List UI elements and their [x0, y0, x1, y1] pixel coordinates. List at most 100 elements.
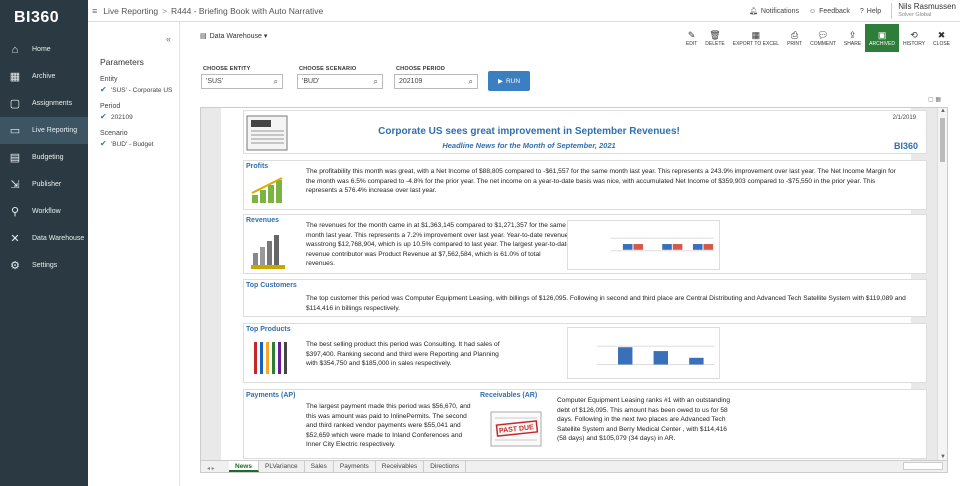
expand-icon[interactable]: ▢	[928, 97, 934, 103]
growth-chart-image	[251, 177, 283, 203]
print-icon: ⎙	[790, 29, 799, 40]
tool-delete-button[interactable]: 🗑︎ DELETE	[701, 24, 728, 52]
sidebar-item-home[interactable]: ⌂ Home	[0, 36, 88, 63]
sidebar-item-label: Home	[32, 46, 51, 53]
scroll-up-icon[interactable]: ▲	[938, 108, 947, 116]
profits-title: Profits	[246, 163, 269, 170]
sidebar-item-budgeting[interactable]: ▤ Budgeting	[0, 144, 88, 171]
live-reporting-icon: ▭	[9, 125, 21, 137]
tool-history-button[interactable]: ⟲ HISTORY	[899, 24, 929, 52]
collapse-panel-icon[interactable]: «	[166, 34, 171, 44]
parameters-panel: « Parameters Entity ✔ 'SUS' - Corporate U…	[88, 22, 180, 486]
scrollbar-thumb[interactable]	[940, 118, 945, 162]
tool-label: COMMENT	[810, 40, 836, 47]
revenue-bars-image	[251, 235, 285, 269]
datasource-dropdown[interactable]: ▤ Data Warehouse ▾	[200, 32, 268, 41]
entity-label: Entity	[100, 76, 118, 83]
sidebar-item-settings[interactable]: ⚙ Settings	[0, 252, 88, 279]
sidebar-item-label: Publisher	[32, 181, 62, 188]
archive-icon: ▦	[9, 71, 21, 83]
tool-print-button[interactable]: ⎙ PRINT	[783, 24, 806, 52]
assignments-icon: ▢	[9, 98, 21, 110]
parameters-title: Parameters	[100, 57, 144, 67]
share-icon: ⇪	[848, 29, 857, 40]
sidebar-item-label: Settings	[32, 262, 58, 269]
help-button[interactable]: ? Help	[860, 8, 881, 15]
tool-label: ARCHIVED	[869, 40, 895, 47]
sidebar-item-label: Archive	[32, 73, 56, 80]
entity-selection[interactable]: ✔ 'SUS' - Corporate US	[100, 86, 179, 94]
breadcrumb-root[interactable]: Live Reporting	[103, 6, 158, 16]
ar-text: Computer Equipment Leasing ranks #1 with…	[557, 397, 731, 443]
top-bar: ≡ Live Reporting > R444 - Briefing Book wi…	[88, 0, 960, 22]
check-icon: ✔	[100, 139, 107, 148]
notifications-button[interactable]: 🔔︎ Notifications	[748, 7, 799, 16]
delete-icon: 🗑︎	[709, 29, 721, 40]
scenario-selection[interactable]: ✔ 'BUD' - Budget	[100, 140, 179, 148]
tab-news[interactable]: News	[229, 461, 259, 472]
export-to-excel-icon: ▦	[751, 29, 761, 40]
horizontal-scrollbar[interactable]	[903, 462, 943, 470]
scenario-input[interactable]: 'BUD' ⌕	[297, 74, 383, 89]
edit-icon: ✎	[687, 29, 696, 40]
tool-archived-button[interactable]: ▣ ARCHIVED	[865, 24, 899, 52]
grid-icon[interactable]: ▦	[935, 97, 941, 103]
app-logo[interactable]: BI360	[0, 0, 88, 36]
top-customers-text: The top customer this period was Compute…	[306, 295, 906, 312]
tab-nav-icon[interactable]: ◂ ▸	[207, 465, 229, 472]
chevron-down-icon: ▾	[263, 33, 268, 40]
tab-receivables[interactable]: Receivables	[376, 461, 425, 472]
choose-scenario-label: CHOOSE SCENARIO	[299, 66, 357, 72]
ap-ar-section: Payments (AP) The largest payment made t…	[243, 389, 927, 459]
period-input[interactable]: 202109 ⌕	[394, 74, 478, 89]
period-selection[interactable]: ✔ 202109	[100, 113, 179, 121]
menu-icon[interactable]: ≡	[92, 6, 97, 16]
sidebar-item-archive[interactable]: ▦ Archive	[0, 63, 88, 90]
search-icon[interactable]: ⌕	[374, 77, 378, 87]
sidebar-item-workflow[interactable]: ⚲ Workflow	[0, 198, 88, 225]
sidebar-item-label: Workflow	[32, 208, 61, 215]
tab-plvariance[interactable]: PLVariance	[259, 461, 305, 472]
report-title: Corporate US sees great improvement in S…	[378, 126, 680, 137]
tool-export-to-excel-button[interactable]: ▦ EXPORT TO EXCEL	[729, 24, 783, 52]
sidebar-item-assignments[interactable]: ▢ Assignments	[0, 90, 88, 117]
tool-comment-button[interactable]: 💬︎ COMMENT	[806, 24, 840, 52]
report-subtitle: Headline News for the Month of September…	[442, 141, 616, 150]
sidebar-item-live-reporting[interactable]: ▭ Live Reporting	[0, 117, 88, 144]
search-icon[interactable]: ⌕	[469, 77, 473, 87]
database-icon: ▤	[200, 33, 207, 40]
report-logo: BI360	[893, 141, 918, 151]
view-options[interactable]: ▢ ▦	[928, 96, 941, 103]
breadcrumb: Live Reporting > R444 - Briefing Book with…	[103, 5, 324, 16]
ap-text: The largest payment made this period was…	[306, 403, 471, 449]
bell-icon: 🔔︎	[748, 8, 758, 15]
tool-edit-button[interactable]: ✎ EDIT	[682, 24, 701, 52]
tool-label: EDIT	[685, 40, 698, 47]
sidebar-item-data-warehouse[interactable]: ✕ Data Warehouse	[0, 225, 88, 252]
tool-close-button[interactable]: ✖ CLOSE	[929, 24, 954, 52]
tool-share-button[interactable]: ⇪ SHARE	[840, 24, 865, 52]
tab-sales[interactable]: Sales	[305, 461, 334, 472]
settings-icon: ⚙	[10, 260, 20, 272]
publisher-icon: ⇲	[10, 179, 20, 191]
tool-label: HISTORY	[903, 40, 926, 47]
entity-input[interactable]: 'SUS' ⌕	[201, 74, 283, 89]
report-toolbar: ✎ EDIT 🗑︎ DELETE ▦ EXPORT TO EXCEL ⎙ PRINT 💬︎ COM…	[682, 24, 954, 52]
sidebar-item-label: Assignments	[32, 100, 73, 107]
choose-entity-label: CHOOSE ENTITY	[203, 66, 251, 72]
tool-label: CLOSE	[933, 40, 950, 47]
user-menu[interactable]: Nils Rasmussen Solver Global	[891, 3, 956, 19]
search-icon[interactable]: ⌕	[274, 77, 278, 87]
vertical-scrollbar[interactable]: ▲ ▼	[937, 108, 947, 462]
sidebar-item-publisher[interactable]: ⇲ Publisher	[0, 171, 88, 198]
revenues-text: The revenues for the month came in at $1…	[306, 222, 571, 268]
report-date: 2/1/2019	[892, 115, 916, 121]
feedback-button[interactable]: ☺ Feedback	[809, 8, 850, 15]
breadcrumb-page: R444 - Briefing Book with Auto Narrative	[171, 5, 324, 16]
report-viewer: Corporate US sees great improvement in S…	[200, 107, 948, 473]
data-warehouse-icon: ✕	[10, 233, 20, 245]
tab-directions[interactable]: Directions	[424, 461, 467, 472]
tab-payments[interactable]: Payments	[334, 461, 376, 472]
smiley-icon: ☺	[808, 7, 817, 15]
run-button[interactable]: ▶ RUN	[488, 71, 530, 91]
